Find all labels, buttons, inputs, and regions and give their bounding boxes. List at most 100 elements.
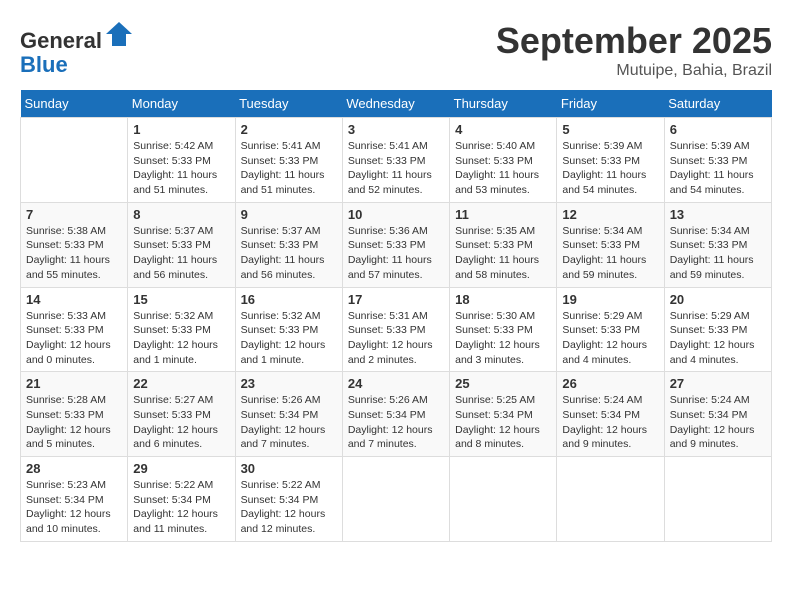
logo: General Blue [20, 20, 134, 77]
day-info: Sunrise: 5:38 AM Sunset: 5:33 PM Dayligh… [26, 224, 122, 283]
day-number: 2 [241, 122, 337, 137]
calendar-cell: 28 Sunrise: 5:23 AM Sunset: 5:34 PM Dayli… [21, 457, 128, 542]
calendar-cell: 29 Sunrise: 5:22 AM Sunset: 5:34 PM Dayli… [128, 457, 235, 542]
day-number: 24 [348, 376, 444, 391]
calendar-cell: 16 Sunrise: 5:32 AM Sunset: 5:33 PM Dayli… [235, 287, 342, 372]
day-number: 5 [562, 122, 658, 137]
day-info: Sunrise: 5:29 AM Sunset: 5:33 PM Dayligh… [670, 309, 766, 368]
calendar-cell: 19Sunrise: 5:29 AM Sunset: 5:33 PM Dayli… [557, 287, 664, 372]
day-number: 19 [562, 292, 658, 307]
calendar-cell: 30Sunrise: 5:22 AM Sunset: 5:34 PM Dayli… [235, 457, 342, 542]
day-header-friday: Friday [557, 90, 664, 118]
calendar-cell: 26 Sunrise: 5:24 AM Sunset: 5:34 PM Dayli… [557, 372, 664, 457]
week-row-4: 21 Sunrise: 5:28 AM Sunset: 5:33 PM Dayli… [21, 372, 772, 457]
day-number: 29 [133, 461, 229, 476]
location: Mutuipe, Bahia, Brazil [496, 62, 772, 80]
calendar-cell [450, 457, 557, 542]
calendar-cell [21, 118, 128, 203]
day-info: Sunrise: 5:41 AM Sunset: 5:33 PM Dayligh… [348, 139, 444, 198]
calendar-cell: 10 Sunrise: 5:36 AM Sunset: 5:33 PM Dayli… [342, 202, 449, 287]
day-header-tuesday: Tuesday [235, 90, 342, 118]
day-number: 27 [670, 376, 766, 391]
week-row-1: 1Sunrise: 5:42 AM Sunset: 5:33 PM Daylig… [21, 118, 772, 203]
calendar-cell: 8 Sunrise: 5:37 AM Sunset: 5:33 PM Daylig… [128, 202, 235, 287]
day-header-wednesday: Wednesday [342, 90, 449, 118]
day-info: Sunrise: 5:30 AM Sunset: 5:33 PM Dayligh… [455, 309, 551, 368]
calendar-cell: 22 Sunrise: 5:27 AM Sunset: 5:33 PM Dayli… [128, 372, 235, 457]
day-info: Sunrise: 5:24 AM Sunset: 5:34 PM Dayligh… [670, 393, 766, 452]
calendar-cell: 7Sunrise: 5:38 AM Sunset: 5:33 PM Daylig… [21, 202, 128, 287]
day-info: Sunrise: 5:25 AM Sunset: 5:34 PM Dayligh… [455, 393, 551, 452]
day-info: Sunrise: 5:40 AM Sunset: 5:33 PM Dayligh… [455, 139, 551, 198]
day-number: 16 [241, 292, 337, 307]
day-header-monday: Monday [128, 90, 235, 118]
calendar-cell: 23 Sunrise: 5:26 AM Sunset: 5:34 PM Dayli… [235, 372, 342, 457]
week-row-3: 14Sunrise: 5:33 AM Sunset: 5:33 PM Dayli… [21, 287, 772, 372]
day-number: 6 [670, 122, 766, 137]
calendar-cell [342, 457, 449, 542]
day-info: Sunrise: 5:28 AM Sunset: 5:33 PM Dayligh… [26, 393, 122, 452]
day-number: 4 [455, 122, 551, 137]
day-info: Sunrise: 5:23 AM Sunset: 5:34 PM Dayligh… [26, 478, 122, 537]
day-number: 25 [455, 376, 551, 391]
calendar-cell: 18 Sunrise: 5:30 AM Sunset: 5:33 PM Dayli… [450, 287, 557, 372]
calendar-cell: 14Sunrise: 5:33 AM Sunset: 5:33 PM Dayli… [21, 287, 128, 372]
day-number: 23 [241, 376, 337, 391]
day-info: Sunrise: 5:26 AM Sunset: 5:34 PM Dayligh… [348, 393, 444, 452]
calendar-cell: 1Sunrise: 5:42 AM Sunset: 5:33 PM Daylig… [128, 118, 235, 203]
days-header-row: SundayMondayTuesdayWednesdayThursdayFrid… [21, 90, 772, 118]
day-number: 28 [26, 461, 122, 476]
calendar-table: SundayMondayTuesdayWednesdayThursdayFrid… [20, 90, 772, 542]
day-info: Sunrise: 5:37 AM Sunset: 5:33 PM Dayligh… [133, 224, 229, 283]
day-info: Sunrise: 5:34 AM Sunset: 5:33 PM Dayligh… [670, 224, 766, 283]
day-info: Sunrise: 5:31 AM Sunset: 5:33 PM Dayligh… [348, 309, 444, 368]
day-header-saturday: Saturday [664, 90, 771, 118]
day-info: Sunrise: 5:27 AM Sunset: 5:33 PM Dayligh… [133, 393, 229, 452]
calendar-cell: 21 Sunrise: 5:28 AM Sunset: 5:33 PM Dayli… [21, 372, 128, 457]
week-row-2: 7Sunrise: 5:38 AM Sunset: 5:33 PM Daylig… [21, 202, 772, 287]
day-info: Sunrise: 5:36 AM Sunset: 5:33 PM Dayligh… [348, 224, 444, 283]
day-info: Sunrise: 5:34 AM Sunset: 5:33 PM Dayligh… [562, 224, 658, 283]
calendar-cell: 4 Sunrise: 5:40 AM Sunset: 5:33 PM Daylig… [450, 118, 557, 203]
day-number: 26 [562, 376, 658, 391]
calendar-cell [557, 457, 664, 542]
day-number: 22 [133, 376, 229, 391]
day-number: 20 [670, 292, 766, 307]
day-number: 10 [348, 207, 444, 222]
day-info: Sunrise: 5:26 AM Sunset: 5:34 PM Dayligh… [241, 393, 337, 452]
day-number: 9 [241, 207, 337, 222]
calendar-cell: 9Sunrise: 5:37 AM Sunset: 5:33 PM Daylig… [235, 202, 342, 287]
calendar-cell: 2 Sunrise: 5:41 AM Sunset: 5:33 PM Daylig… [235, 118, 342, 203]
day-number: 15 [133, 292, 229, 307]
day-header-thursday: Thursday [450, 90, 557, 118]
day-info: Sunrise: 5:24 AM Sunset: 5:34 PM Dayligh… [562, 393, 658, 452]
day-info: Sunrise: 5:32 AM Sunset: 5:33 PM Dayligh… [133, 309, 229, 368]
day-number: 8 [133, 207, 229, 222]
day-info: Sunrise: 5:39 AM Sunset: 5:33 PM Dayligh… [562, 139, 658, 198]
day-header-sunday: Sunday [21, 90, 128, 118]
calendar-cell: 24 Sunrise: 5:26 AM Sunset: 5:34 PM Dayli… [342, 372, 449, 457]
day-number: 17 [348, 292, 444, 307]
calendar-cell: 11 Sunrise: 5:35 AM Sunset: 5:33 PM Dayli… [450, 202, 557, 287]
day-info: Sunrise: 5:32 AM Sunset: 5:33 PM Dayligh… [241, 309, 337, 368]
day-number: 3 [348, 122, 444, 137]
day-info: Sunrise: 5:41 AM Sunset: 5:33 PM Dayligh… [241, 139, 337, 198]
calendar-cell: 25 Sunrise: 5:25 AM Sunset: 5:34 PM Dayli… [450, 372, 557, 457]
month-title: September 2025 [496, 20, 772, 62]
title-block: September 2025 Mutuipe, Bahia, Brazil [496, 20, 772, 80]
day-number: 21 [26, 376, 122, 391]
day-number: 12 [562, 207, 658, 222]
calendar-cell: 15 Sunrise: 5:32 AM Sunset: 5:33 PM Dayli… [128, 287, 235, 372]
day-info: Sunrise: 5:22 AM Sunset: 5:34 PM Dayligh… [241, 478, 337, 537]
calendar-cell: 20 Sunrise: 5:29 AM Sunset: 5:33 PM Dayli… [664, 287, 771, 372]
week-row-5: 28 Sunrise: 5:23 AM Sunset: 5:34 PM Dayli… [21, 457, 772, 542]
day-info: Sunrise: 5:39 AM Sunset: 5:33 PM Dayligh… [670, 139, 766, 198]
logo-icon [104, 20, 134, 48]
day-number: 11 [455, 207, 551, 222]
day-number: 18 [455, 292, 551, 307]
calendar-cell: 27 Sunrise: 5:24 AM Sunset: 5:34 PM Dayli… [664, 372, 771, 457]
day-number: 14 [26, 292, 122, 307]
logo-general: General [20, 28, 102, 53]
day-info: Sunrise: 5:35 AM Sunset: 5:33 PM Dayligh… [455, 224, 551, 283]
day-info: Sunrise: 5:22 AM Sunset: 5:34 PM Dayligh… [133, 478, 229, 537]
